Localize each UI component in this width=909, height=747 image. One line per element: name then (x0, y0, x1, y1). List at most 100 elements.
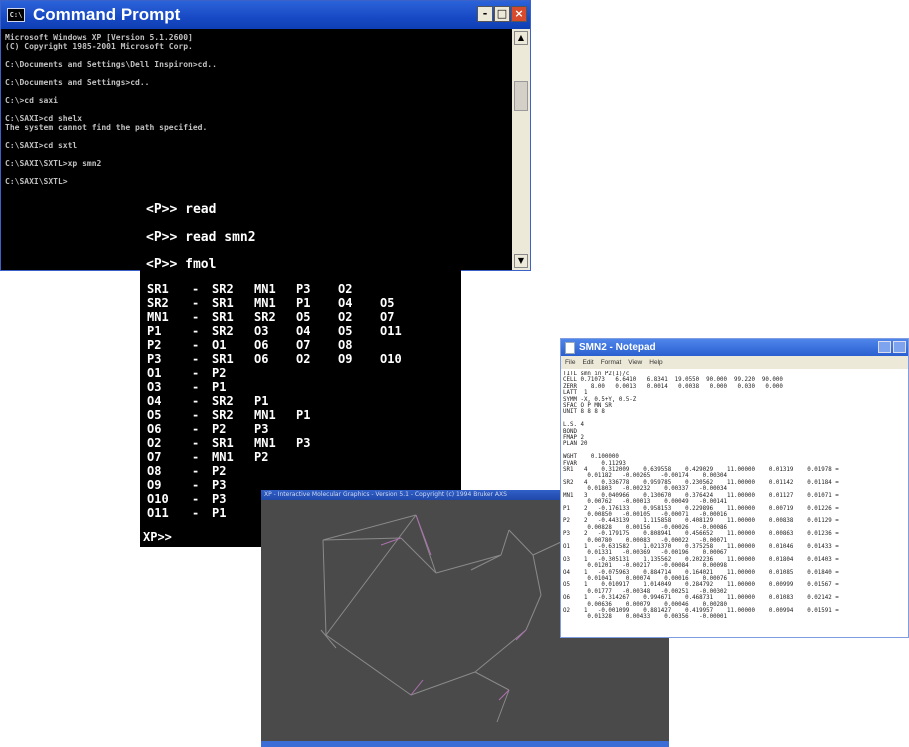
xp-final-prompt: XP>> (143, 530, 172, 544)
notepad-menubar: File Edit Format View Help (561, 356, 908, 369)
bonded-atom: SR1 (212, 352, 234, 366)
notepad-text-area[interactable]: TITL smn in P2(1)/c CELL 0.71073 6.6410 6… (563, 371, 906, 637)
command-prompt-window[interactable]: C:\ Command Prompt - □ × ▲ ▼ Microsoft W… (0, 0, 531, 272)
bonded-atom (380, 422, 422, 436)
molecule-highlight-bonds (380, 514, 527, 701)
console-line: C:\SAXI\SXTL> (5, 177, 68, 186)
scroll-up-icon[interactable]: ▲ (514, 31, 528, 45)
menu-edit[interactable]: Edit (582, 356, 593, 369)
bonded-atom (254, 366, 296, 380)
vertical-scrollbar[interactable]: ▲ ▼ (512, 29, 530, 270)
bonded-atom: MN1 (254, 296, 276, 310)
console-line: C:\SAXI>cd shelx (5, 114, 83, 123)
bonded-atom: O6 (254, 338, 269, 352)
bonded-atom (296, 464, 338, 478)
bonded-atom: O2 (296, 352, 311, 366)
menu-help[interactable]: Help (649, 356, 662, 369)
bonded-atom (338, 394, 380, 408)
bonded-atom: O8 (338, 338, 353, 352)
bonded-atom: P2 (254, 450, 269, 464)
atom-label: O7 (147, 450, 162, 464)
window-title: Command Prompt (33, 5, 181, 24)
fmol-row: P2 - O1 O6 O7 O8 (147, 338, 422, 352)
scroll-down-icon[interactable]: ▼ (514, 254, 528, 268)
separator: - (192, 282, 200, 296)
bonded-atom: P2 (212, 422, 227, 436)
console-line: Microsoft Windows XP [Version 5.1.2600] (5, 33, 193, 42)
bonded-atom: O1 (212, 338, 227, 352)
console-line: C:\SAXI>cd sxtl (5, 141, 78, 150)
bonded-atom: P1 (212, 506, 227, 520)
notepad-icon (565, 341, 575, 354)
notepad-window[interactable]: SMN2 - Notepad File Edit Format View Hel… (560, 338, 909, 638)
notepad-window-controls (878, 341, 906, 353)
bonded-atom: O3 (254, 324, 269, 338)
prompt-read: <P>> read (146, 202, 217, 217)
close-button[interactable]: × (511, 6, 527, 22)
scrollbar-thumb[interactable] (514, 81, 528, 111)
fmol-row: O5 - SR2 MN1 P1 (147, 408, 422, 422)
bonded-atom (338, 408, 380, 422)
bonded-atom: SR1 (212, 310, 234, 324)
bonded-atom (296, 366, 338, 380)
separator: - (192, 310, 200, 324)
taskbar-strip (261, 741, 669, 747)
bonded-atom: O5 (338, 324, 353, 338)
bonded-atom (380, 380, 422, 394)
atom-label: O11 (147, 506, 169, 520)
fmol-row: SR2 - SR1 MN1 P1 O4 O5 (147, 296, 422, 310)
minimize-button[interactable]: - (477, 6, 493, 22)
atom-label: O2 (147, 436, 162, 450)
menu-file[interactable]: File (565, 356, 575, 369)
fmol-row: O6 - P2 P3 (147, 422, 422, 436)
bonded-atom (254, 464, 296, 478)
bonded-atom: P3 (254, 422, 269, 436)
bonded-atom: SR1 (212, 436, 234, 450)
bonded-atom (296, 380, 338, 394)
bonded-atom (338, 366, 380, 380)
bonded-atom: P3 (212, 492, 227, 506)
fmol-row: SR1 - SR2 MN1 P3 O2 (147, 282, 422, 296)
atom-label: O9 (147, 478, 162, 492)
fmol-row: O4 - SR2 P1 (147, 394, 422, 408)
notepad-title: SMN2 - Notepad (579, 342, 656, 353)
bonded-atom: MN1 (254, 282, 276, 296)
prompt-read-smn2: <P>> read smn2 (146, 230, 256, 245)
command-prompt-titlebar[interactable]: C:\ Command Prompt (1, 1, 530, 29)
bonded-atom: O11 (380, 324, 402, 338)
fmol-row: P1 - SR2 O3 O4 O5 O11 (147, 324, 422, 338)
bonded-atom: SR2 (212, 408, 234, 422)
console-line: (C) Copyright 1985-2001 Microsoft Corp. (5, 42, 193, 51)
bonded-atom (338, 450, 380, 464)
menu-view[interactable]: View (628, 356, 642, 369)
bonded-atom: O5 (296, 310, 311, 324)
console-line: C:\Documents and Settings\Dell Inspiron>… (5, 60, 217, 69)
bonded-atom: MN1 (254, 436, 276, 450)
atom-label: O1 (147, 366, 162, 380)
console-line: The system cannot find the path specifie… (5, 123, 208, 132)
bonded-atom (380, 408, 422, 422)
maximize-button[interactable]: □ (494, 6, 510, 22)
bonded-atom: O10 (380, 352, 402, 366)
notepad-titlebar[interactable]: SMN2 - Notepad (561, 339, 908, 356)
menu-format[interactable]: Format (601, 356, 622, 369)
bonded-atom: O2 (338, 282, 353, 296)
separator: - (192, 478, 200, 492)
fmol-row: O7 - MN1 P2 (147, 450, 422, 464)
separator: - (192, 492, 200, 506)
atom-label: O5 (147, 408, 162, 422)
bonded-atom: O7 (380, 310, 395, 324)
separator: - (192, 408, 200, 422)
console-line: C:\SAXI\SXTL>xp smn2 (5, 159, 102, 168)
bonded-atom: P2 (212, 366, 227, 380)
notepad-maximize-button[interactable] (893, 341, 906, 353)
console-line: C:\>cd saxi (5, 96, 58, 105)
atom-label: O10 (147, 492, 169, 506)
separator: - (192, 338, 200, 352)
notepad-minimize-button[interactable] (878, 341, 891, 353)
bonded-atom: P3 (296, 282, 311, 296)
bonded-atom (380, 464, 422, 478)
